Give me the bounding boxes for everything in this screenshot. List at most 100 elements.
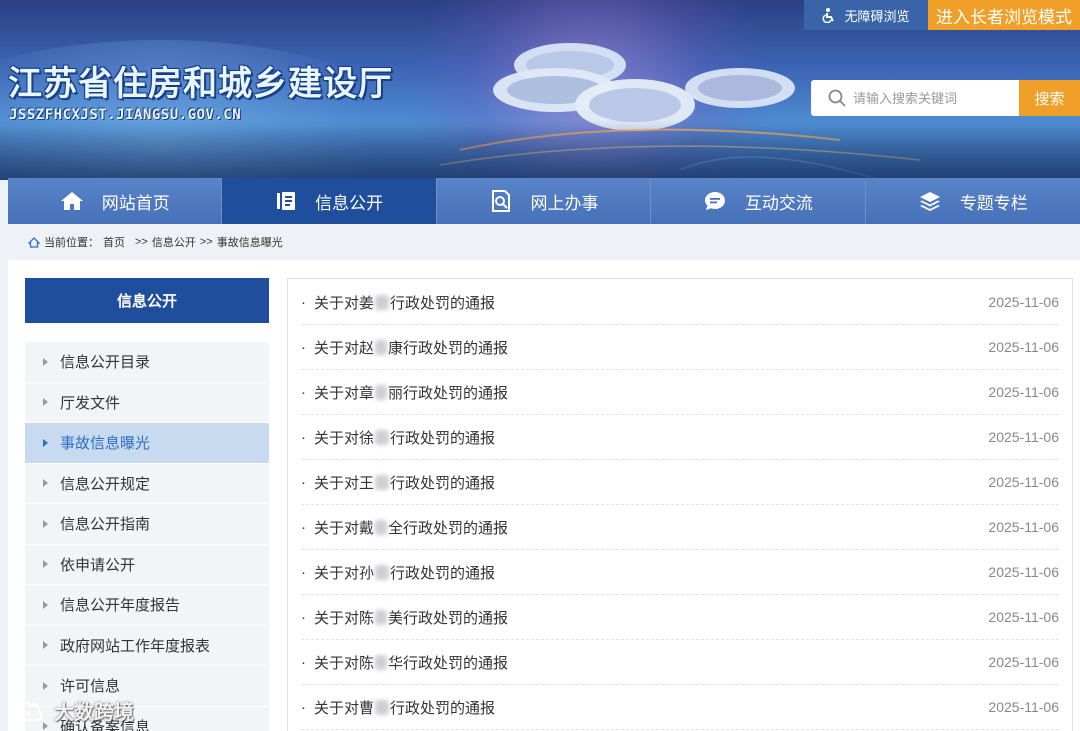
watermark: 大数跨境 (8, 696, 134, 725)
list-item[interactable]: · 关于对赵 康行政处罚的通报 2025-11-06 (301, 325, 1059, 370)
news-title[interactable]: · 关于对孙 行政处罚的通报 (301, 562, 495, 583)
list-item[interactable]: · 关于对陈 华行政处罚的通报 2025-11-06 (301, 640, 1059, 685)
search-icon (828, 89, 846, 107)
bullet: · (301, 518, 306, 536)
nav-item-info-disclosure[interactable]: 信息公开 (222, 178, 437, 224)
nav-item-special-topics[interactable]: 专题专栏 (865, 178, 1080, 224)
news-title[interactable]: · 关于对章 丽行政处罚的通报 (301, 382, 508, 403)
title-pre: 关于对曹 (314, 699, 375, 717)
list-item[interactable]: · 关于对姜 行政处罚的通报 2025-11-06 (301, 280, 1059, 325)
breadcrumb-separator: >> (135, 236, 148, 248)
sidebar-item[interactable]: 信息公开规定 (25, 464, 269, 504)
nav-label: 信息公开 (315, 193, 384, 213)
list-item[interactable]: · 关于对陈 美行政处罚的通报 2025-11-06 (301, 595, 1059, 640)
main-nav: 网站首页 信息公开 网上办事 互动交流 专题专栏 (8, 178, 1080, 224)
title-post: 行政处罚的通报 (390, 699, 496, 717)
sidebar-item-label: 信息公开年度报告 (60, 597, 181, 615)
home-icon (60, 192, 83, 210)
title-pre: 关于对王 (314, 474, 375, 492)
sidebar-item-active[interactable]: 事故信息曝光 (25, 423, 269, 464)
news-title[interactable]: · 关于对赵 康行政处罚的通报 (301, 337, 508, 358)
sidebar-item[interactable]: 信息公开年度报告 (25, 585, 269, 626)
news-date: 2025-11-06 (988, 429, 1059, 445)
site-logo-text: 江苏省住房和城乡建设厅 (8, 64, 393, 104)
title-pre: 关于对陈 (314, 654, 375, 672)
layers-icon (919, 192, 940, 211)
news-title[interactable]: · 关于对姜 行政处罚的通报 (301, 292, 495, 313)
news-date: 2025-11-06 (988, 294, 1059, 310)
nav-label: 专题专栏 (959, 193, 1028, 213)
search-box (811, 80, 1019, 116)
home-location-icon (28, 236, 40, 248)
accessibility-button[interactable]: 无障碍浏览 (804, 0, 928, 30)
sidebar-item[interactable]: 信息公开指南 (25, 504, 269, 545)
sidebar-title: 信息公开 (25, 278, 269, 323)
news-date: 2025-11-06 (988, 519, 1059, 535)
breadcrumb-current: 事故信息曝光 (216, 237, 283, 249)
document-icon (277, 192, 296, 210)
search-input[interactable] (853, 90, 1013, 106)
bullet: · (301, 293, 306, 311)
sidebar-item[interactable]: 依申请公开 (25, 545, 269, 585)
news-title[interactable]: · 关于对陈 华行政处罚的通报 (301, 652, 508, 673)
nav-label: 互动交流 (744, 193, 813, 213)
breadcrumb-prefix: 当前位置： (44, 237, 99, 249)
breadcrumb-level1[interactable]: 信息公开 (152, 234, 196, 250)
list-item[interactable]: · 关于对王 行政处罚的通报 2025-11-06 (301, 460, 1059, 505)
sidebar-item-label: 信息公开指南 (60, 516, 151, 534)
bullet: · (301, 473, 306, 491)
chat-icon (704, 192, 725, 210)
sidebar-item[interactable]: 厅发文件 (25, 383, 269, 423)
arrow-right-icon (43, 681, 48, 690)
redacted-text (375, 609, 388, 625)
news-date: 2025-11-06 (988, 699, 1059, 715)
list-item[interactable]: · 关于对章 丽行政处罚的通报 2025-11-06 (301, 370, 1059, 415)
breadcrumb-home[interactable]: 首页 (103, 234, 125, 250)
redacted-text (375, 339, 388, 355)
elder-mode-button[interactable]: 进入长者浏览模式 (928, 0, 1080, 30)
bullet: · (301, 608, 306, 626)
news-title[interactable]: · 关于对陈 美行政处罚的通报 (301, 607, 508, 628)
news-title[interactable]: · 关于对徐 行政处罚的通报 (301, 427, 495, 448)
accessibility-icon (823, 8, 835, 23)
watermark-text: 大数跨境 (54, 702, 134, 724)
nav-item-online-services[interactable]: 网上办事 (436, 178, 652, 224)
news-date: 2025-11-06 (988, 339, 1059, 355)
sidebar-item[interactable]: 政府网站工作年度报表 (25, 626, 269, 666)
sidebar-list: 信息公开目录 厅发文件 事故信息曝光 信息公开规定 信息公开指南 依申请公开 信… (25, 342, 269, 731)
bullet: · (301, 653, 306, 671)
arrow-right-icon (43, 560, 48, 569)
news-date: 2025-11-06 (988, 609, 1059, 625)
redacted-text (375, 474, 390, 490)
arrow-right-icon (43, 519, 48, 528)
sidebar-item-label: 许可信息 (60, 678, 121, 696)
list-item[interactable]: · 关于对徐 行政处罚的通报 2025-11-06 (301, 415, 1059, 460)
list-item[interactable]: · 关于对孙 行政处罚的通报 2025-11-06 (301, 550, 1059, 595)
sidebar-item[interactable]: 信息公开目录 (25, 342, 269, 383)
search-doc-icon (491, 190, 510, 212)
bullet: · (301, 428, 306, 446)
sidebar-item-label: 事故信息曝光 (60, 435, 151, 453)
list-item[interactable]: · 关于对戴 全行政处罚的通报 2025-11-06 (301, 505, 1059, 550)
sidebar: 信息公开 信息公开目录 厅发文件 事故信息曝光 信息公开规定 信息公开指南 依申… (25, 278, 269, 731)
redacted-text (375, 699, 390, 715)
watermark-logo-icon (10, 701, 43, 721)
sidebar-item-label: 依申请公开 (60, 556, 136, 574)
redacted-text (375, 429, 390, 445)
site-domain: JSSZFHCXJST.JIANGSU.GOV.CN (9, 107, 242, 123)
nav-item-home[interactable]: 网站首页 (8, 178, 223, 224)
redacted-text (375, 519, 388, 535)
sidebar-item-label: 政府网站工作年度报表 (60, 637, 211, 655)
title-post: 行政处罚的通报 (390, 294, 496, 312)
news-title[interactable]: · 关于对戴 全行政处罚的通报 (301, 517, 508, 538)
title-pre: 关于对陈 (314, 609, 375, 627)
list-item[interactable]: · 关于对曹 行政处罚的通报 2025-11-06 (301, 685, 1059, 730)
sidebar-item-label: 信息公开规定 (60, 475, 151, 493)
news-title[interactable]: · 关于对曹 行政处罚的通报 (301, 697, 495, 718)
banner-ground (0, 120, 1080, 180)
breadcrumb-separator: >> (199, 236, 213, 248)
news-title[interactable]: · 关于对王 行政处罚的通报 (301, 472, 495, 493)
search-button[interactable]: 搜索 (1019, 80, 1080, 116)
arrow-right-icon (43, 398, 48, 407)
nav-item-interaction[interactable]: 互动交流 (651, 178, 866, 224)
